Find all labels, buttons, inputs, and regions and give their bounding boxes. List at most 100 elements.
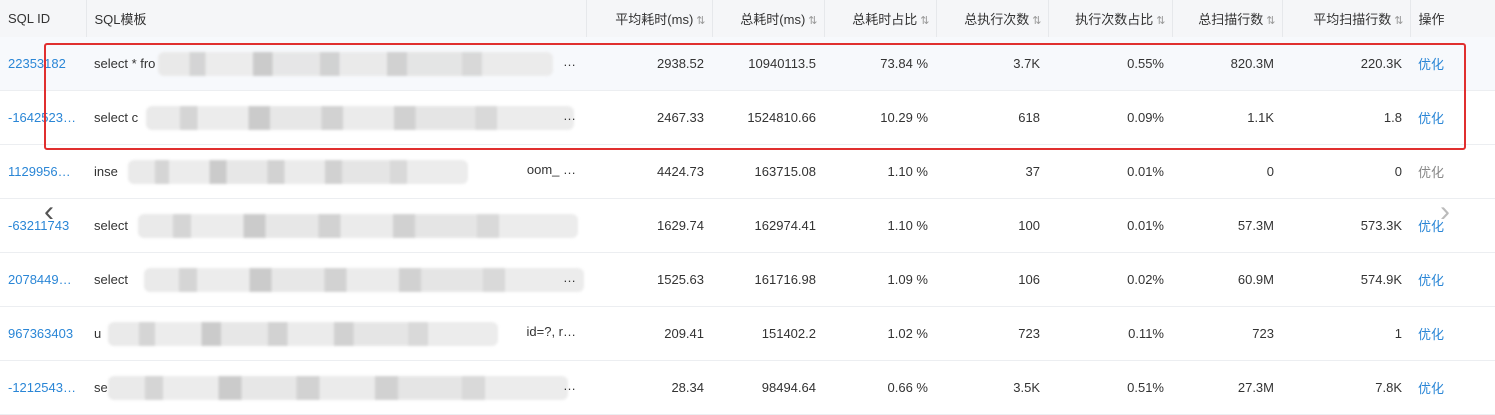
sql-template-tail: …	[563, 108, 576, 123]
table-header: SQL ID SQL模板 平均耗时(ms) ⇅ 总耗时(ms) ⇅ 总耗时占比 ⇅ 总…	[0, 0, 1495, 37]
col-action: 操作	[1410, 0, 1495, 37]
table-row: 2078449… select … 1525.63 161716.98 1.09 % 106…	[0, 252, 1495, 307]
col-exec-pct[interactable]: 执行次数占比 ⇅	[1048, 0, 1173, 37]
time-pct-cell: 1.10 %	[824, 144, 936, 199]
scan-rows-cell: 27.3M	[1172, 360, 1282, 415]
col-avg-scan[interactable]: 平均扫描行数 ⇅	[1282, 0, 1411, 37]
sort-icon[interactable]: ⇅	[696, 15, 705, 27]
sql-template-tail: id=?, r…	[526, 324, 577, 339]
scan-rows-cell: 1.1K	[1172, 90, 1282, 145]
optimize-button[interactable]: 优化	[1410, 360, 1495, 415]
redacted-blur	[146, 106, 574, 130]
avg-scan-cell: 574.9K	[1282, 252, 1410, 307]
sql-template-text: select c	[94, 110, 139, 125]
sql-template-text: select	[94, 272, 128, 287]
col-sql-template: SQL模板	[86, 0, 587, 37]
avg-time-cell: 2467.33	[586, 90, 712, 145]
redacted-blur	[144, 268, 584, 292]
avg-time-cell: 1629.74	[586, 198, 712, 253]
redacted-blur	[158, 52, 553, 76]
exec-pct-cell: 0.01%	[1048, 198, 1172, 253]
time-pct-cell: 1.10 %	[824, 198, 936, 253]
time-pct-cell: 73.84 %	[824, 37, 936, 91]
exec-count-cell: 618	[936, 90, 1048, 145]
sort-icon[interactable]: ⇅	[920, 15, 929, 27]
avg-scan-cell: 220.3K	[1282, 37, 1410, 91]
avg-scan-cell: 0	[1282, 144, 1410, 199]
total-time-cell: 98494.64	[712, 360, 824, 415]
sort-icon[interactable]: ⇅	[1266, 15, 1275, 27]
time-pct-cell: 1.02 %	[824, 306, 936, 361]
sql-id-link[interactable]: 967363403	[0, 306, 86, 361]
exec-pct-cell: 0.01%	[1048, 144, 1172, 199]
optimize-button[interactable]: 优化	[1410, 306, 1495, 361]
optimize-button[interactable]: 优化	[1410, 252, 1495, 307]
sql-template-tail: …	[563, 270, 576, 285]
scan-rows-cell: 60.9M	[1172, 252, 1282, 307]
sql-template-cell: se…	[86, 360, 586, 415]
scan-rows-cell: 723	[1172, 306, 1282, 361]
sql-template-tail: …	[563, 54, 576, 69]
sort-icon[interactable]: ⇅	[1394, 15, 1403, 27]
col-exec-count[interactable]: 总执行次数 ⇅	[936, 0, 1049, 37]
optimize-button[interactable]: 优化	[1410, 144, 1495, 199]
sql-id-link[interactable]: -1642523…	[0, 90, 86, 145]
exec-pct-cell: 0.51%	[1048, 360, 1172, 415]
sql-stats-table: SQL ID SQL模板 平均耗时(ms) ⇅ 总耗时(ms) ⇅ 总耗时占比 ⇅ 总…	[0, 0, 1495, 415]
sql-id-link[interactable]: 22353182	[0, 37, 86, 91]
table-row: 22353182 select * fro … 2938.52 10940113.5 73…	[0, 37, 1495, 91]
prev-arrow-icon[interactable]: ‹	[34, 192, 64, 232]
sql-template-text: u	[94, 326, 102, 341]
sql-id-link[interactable]: 2078449…	[0, 252, 86, 307]
scan-rows-cell: 57.3M	[1172, 198, 1282, 253]
avg-time-cell: 4424.73	[586, 144, 712, 199]
col-time-pct[interactable]: 总耗时占比 ⇅	[824, 0, 937, 37]
table-row: 1129956… inse oom_ … 4424.73 163715.08 1.10 %…	[0, 144, 1495, 199]
table-row: -1212543… se … 28.34 98494.64 0.66 % 3.5K 0.51%…	[0, 360, 1495, 415]
redacted-blur	[138, 214, 578, 238]
scan-rows-cell: 0	[1172, 144, 1282, 199]
sql-template-cell: u id=?, r…	[86, 306, 586, 361]
time-pct-cell: 10.29 %	[824, 90, 936, 145]
sort-icon[interactable]: ⇅	[808, 15, 817, 27]
exec-count-cell: 106	[936, 252, 1048, 307]
sql-template-text: se	[94, 380, 108, 395]
scan-rows-cell: 820.3M	[1172, 37, 1282, 91]
avg-time-cell: 2938.52	[586, 37, 712, 91]
col-avg-time[interactable]: 平均耗时(ms) ⇅	[586, 0, 713, 37]
sort-icon[interactable]: ⇅	[1156, 15, 1165, 27]
total-time-cell: 161716.98	[712, 252, 824, 307]
optimize-button[interactable]: 优化	[1410, 37, 1495, 91]
sql-template-tail: oom_ …	[526, 162, 576, 177]
exec-count-cell: 37	[936, 144, 1048, 199]
sql-id-link[interactable]: -1212543…	[0, 360, 86, 415]
sql-id-link[interactable]: 1129956…	[0, 144, 86, 199]
exec-count-cell: 3.5K	[936, 360, 1048, 415]
redacted-blur	[108, 376, 568, 400]
time-pct-cell: 1.09 %	[824, 252, 936, 307]
table-row: 967363403 u id=?, r… 209.41 151402.2 1.02 % 72…	[0, 306, 1495, 361]
total-time-cell: 1524810.66	[712, 90, 824, 145]
col-total-time[interactable]: 总耗时(ms) ⇅	[712, 0, 825, 37]
table-row: -63211743 select 1629.74 162974.41 1.10 % 100…	[0, 198, 1495, 253]
avg-scan-cell: 1	[1282, 306, 1410, 361]
exec-count-cell: 3.7K	[936, 37, 1048, 91]
col-scan-rows[interactable]: 总扫描行数 ⇅	[1172, 0, 1283, 37]
table-row: -1642523… select c … 2467.33 1524810.66 10.29…	[0, 90, 1495, 145]
avg-scan-cell: 1.8	[1282, 90, 1410, 145]
sql-template-cell: select	[86, 198, 586, 253]
redacted-blur	[108, 322, 498, 346]
redacted-blur	[128, 160, 468, 184]
total-time-cell: 151402.2	[712, 306, 824, 361]
avg-time-cell: 28.34	[586, 360, 712, 415]
exec-pct-cell: 0.11%	[1048, 306, 1172, 361]
next-arrow-icon[interactable]: ›	[1430, 192, 1460, 232]
exec-pct-cell: 0.02%	[1048, 252, 1172, 307]
avg-time-cell: 209.41	[586, 306, 712, 361]
sql-template-text: inse	[94, 164, 118, 179]
optimize-button[interactable]: 优化	[1410, 90, 1495, 145]
avg-time-cell: 1525.63	[586, 252, 712, 307]
avg-scan-cell: 573.3K	[1282, 198, 1410, 253]
col-sql-id: SQL ID	[0, 0, 87, 37]
sort-icon[interactable]: ⇅	[1032, 15, 1041, 27]
